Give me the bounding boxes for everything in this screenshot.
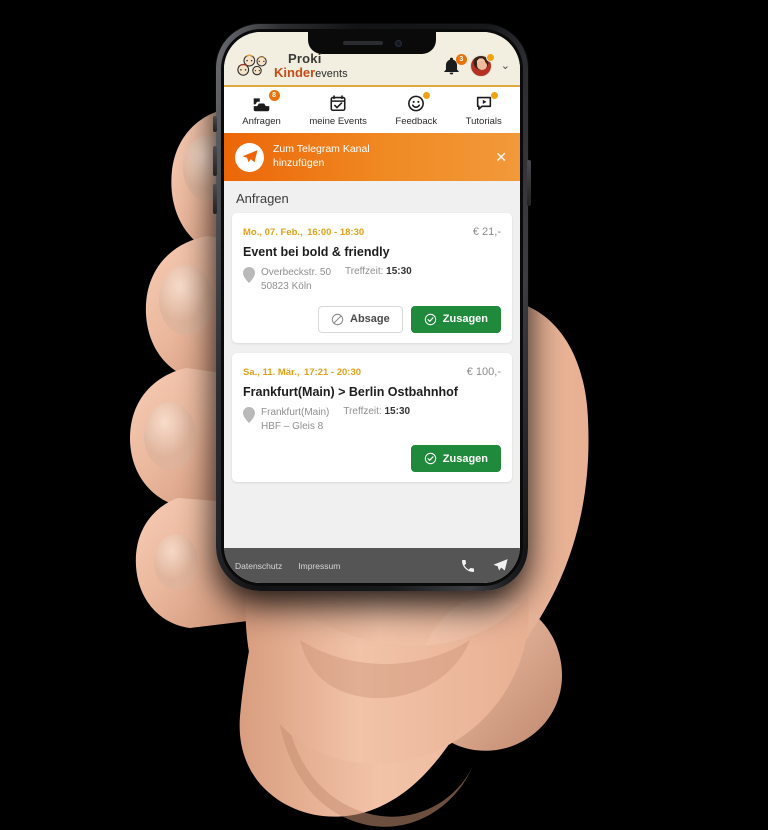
telegram-banner[interactable]: Zum Telegram Kanal hinzufügen ✕ (224, 133, 520, 181)
accept-label: Zusagen (442, 452, 488, 465)
request-card[interactable]: Mo., 07. Feb., 16:00 - 18:30 € 21,- Even… (232, 213, 512, 343)
tutorials-status-dot (490, 92, 498, 99)
nav-item-tutorials[interactable]: Tutorials (465, 92, 502, 127)
accept-button[interactable]: Zusagen (410, 445, 501, 473)
check-circle-icon (424, 313, 436, 325)
calendar-check-icon (327, 94, 349, 113)
card-datetime: Mo., 07. Feb., 16:00 - 18:30 (243, 222, 364, 240)
privacy-link[interactable]: Datenschutz (235, 561, 282, 571)
card-meet-value: 15:30 (384, 405, 411, 417)
phone-icon[interactable] (460, 558, 476, 574)
card-address-line1: Frankfurt(Main) (261, 406, 330, 418)
card-address-line1: Overbeckstr. 50 (261, 267, 332, 279)
card-price: € 21,- (472, 226, 501, 238)
anfragen-badge: 8 (268, 90, 280, 101)
app-logo[interactable]: Proki Kinderevents (234, 52, 442, 80)
logo-events-text: events (315, 68, 348, 80)
card-actions: Absage Zusagen (243, 305, 501, 333)
request-card[interactable]: Sa., 11. Mär., 17:21 - 20:30 € 100,- Fra… (232, 352, 512, 483)
app-footer: Datenschutz Impressum (224, 548, 520, 583)
chevron-down-icon[interactable]: ⌄ (501, 60, 510, 72)
feedback-status-dot (423, 92, 431, 99)
card-title: Frankfurt(Main) > Berlin Ostbahnhof (243, 384, 458, 399)
accept-button[interactable]: Zusagen (410, 305, 501, 333)
map-pin-icon (243, 267, 255, 284)
card-meet-time: Treffzeit: 15:30 (345, 266, 412, 294)
card-address: Frankfurt(Main) HBF – Gleis 8 (261, 406, 329, 434)
volume-down-button[interactable] (213, 184, 217, 214)
logo-secondary-text: Kinderevents (274, 66, 348, 80)
power-button[interactable] (527, 160, 531, 206)
card-location: Frankfurt(Main) HBF – Gleis 8 Treffzeit:… (243, 406, 501, 434)
logo-kinder-text: Kinder (274, 65, 316, 80)
decline-button[interactable]: Absage (318, 305, 403, 333)
notifications-button[interactable]: 3 (442, 53, 467, 76)
card-date: Mo., 07. Feb., (243, 227, 303, 238)
telegram-banner-text: Zum Telegram Kanal hinzufügen (273, 143, 484, 171)
earpiece-speaker (342, 41, 383, 45)
phone-bezel: Proki Kinderevents 3 ⌄ 8 Anfragen meine … (221, 29, 523, 586)
card-meet-time: Treffzeit: 15:30 (343, 406, 410, 434)
nav-label-anfragen: Anfragen (242, 116, 281, 127)
mute-switch[interactable] (213, 116, 217, 132)
main-navigation: 8 Anfragen meine Events Feedback Tutoria… (224, 87, 520, 133)
content-area: Anfragen Mo., 07. Feb., 16:00 - 18:30 € … (224, 181, 520, 548)
smiley-icon (405, 92, 431, 113)
nav-item-feedback[interactable]: Feedback (395, 92, 438, 127)
card-header: Sa., 11. Mär., 17:21 - 20:30 € 100,- (243, 362, 501, 380)
phone-notch (308, 32, 436, 54)
avatar-status-dot (485, 53, 495, 62)
nav-label-feedback: Feedback (395, 116, 438, 127)
nav-item-anfragen[interactable]: 8 Anfragen (242, 90, 281, 127)
inbox-icon: 8 (251, 90, 280, 113)
volume-up-button[interactable] (213, 146, 217, 176)
card-title: Event bei bold & friendly (243, 245, 390, 259)
header-actions: 3 ⌄ (442, 53, 510, 77)
nav-label-tutorials: Tutorials (465, 116, 502, 127)
card-address-line2: 50823 Köln (261, 281, 312, 293)
notification-badge: 3 (455, 53, 467, 65)
card-address-line2: HBF – Gleis 8 (261, 421, 324, 433)
front-camera (394, 39, 402, 47)
phone-device: Proki Kinderevents 3 ⌄ 8 Anfragen meine … (216, 24, 528, 591)
card-location-columns: Overbeckstr. 50 50823 Köln Treffzeit: 15… (261, 266, 412, 294)
card-meet-label: Treffzeit: (345, 266, 384, 278)
close-icon[interactable]: ✕ (493, 150, 509, 164)
nav-item-meine-events[interactable]: meine Events (309, 94, 367, 127)
decline-label: Absage (350, 313, 390, 326)
imprint-link[interactable]: Impressum (298, 561, 340, 571)
card-date: Sa., 11. Mär., (243, 366, 300, 378)
phone-screen: Proki Kinderevents 3 ⌄ 8 Anfragen meine … (224, 32, 520, 583)
nav-label-meine-events: meine Events (309, 116, 367, 127)
check-circle-icon (424, 453, 436, 465)
card-header: Mo., 07. Feb., 16:00 - 18:30 € 21,- (243, 222, 501, 240)
card-meet-value: 15:30 (386, 266, 412, 278)
card-actions: Zusagen (243, 445, 501, 473)
footer-icons (460, 557, 509, 574)
telegram-banner-line1: Zum Telegram Kanal (273, 143, 370, 156)
card-time: 17:21 - 20:30 (303, 366, 362, 378)
telegram-banner-line2: hinzufügen (273, 157, 325, 169)
card-meet-label: Treffzeit: (343, 405, 382, 417)
map-pin-icon (243, 406, 255, 423)
card-time: 16:00 - 18:30 (307, 227, 365, 238)
page-title: Anfragen (236, 191, 289, 206)
card-location-columns: Frankfurt(Main) HBF – Gleis 8 Treffzeit:… (261, 406, 410, 434)
telegram-icon (235, 142, 264, 172)
card-datetime: Sa., 11. Mär., 17:21 - 20:30 (243, 362, 361, 380)
card-location: Overbeckstr. 50 50823 Köln Treffzeit: 15… (243, 266, 501, 294)
screenshot-stage: Proki Kinderevents 3 ⌄ 8 Anfragen meine … (0, 0, 768, 830)
no-entry-icon (331, 313, 344, 325)
video-chat-icon (473, 92, 498, 113)
telegram-send-icon[interactable] (492, 557, 509, 574)
accept-label: Zusagen (442, 313, 488, 326)
avatar[interactable] (469, 53, 495, 77)
card-price: € 100,- (466, 365, 501, 378)
card-address: Overbeckstr. 50 50823 Köln (261, 266, 331, 294)
